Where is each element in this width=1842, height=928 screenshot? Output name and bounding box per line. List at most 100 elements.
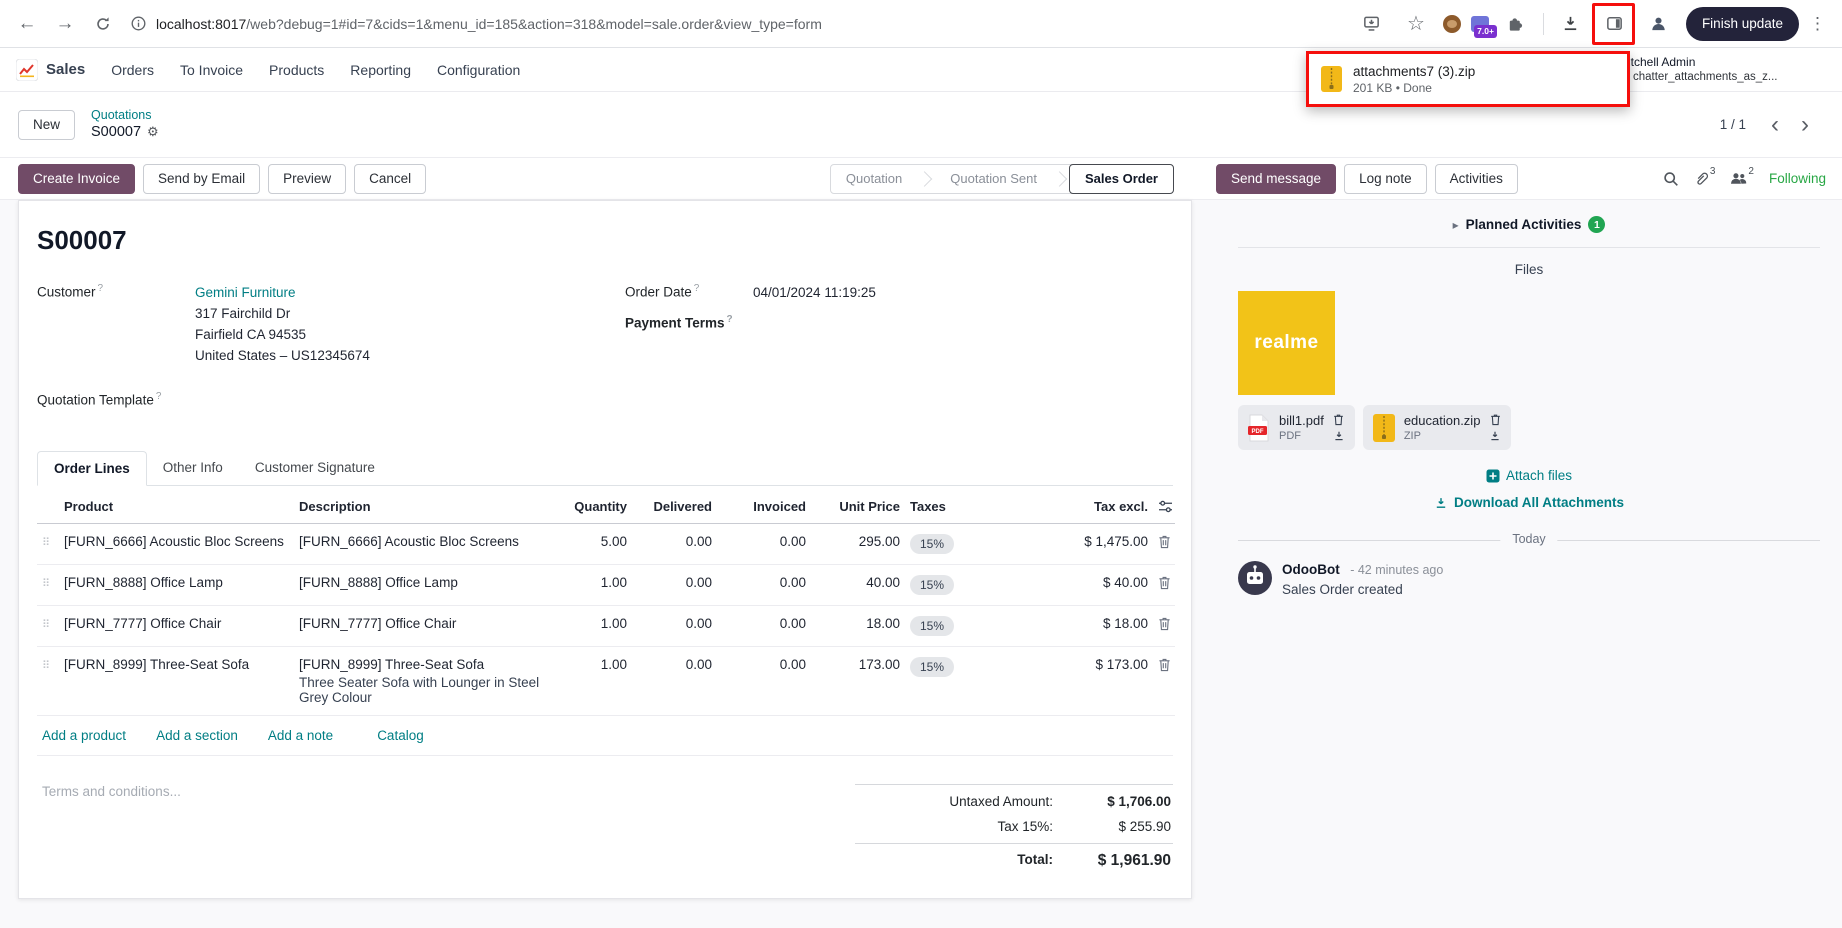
cell-delivered[interactable]: 0.00 bbox=[632, 605, 717, 646]
cell-quantity[interactable]: 1.00 bbox=[562, 564, 632, 605]
browser-menu-button[interactable]: ⋮ bbox=[1803, 14, 1832, 34]
cell-taxes[interactable]: 15% bbox=[905, 564, 1037, 605]
download-all-attachments-button[interactable]: Download All Attachments bbox=[1238, 495, 1820, 510]
tab-customer-signature[interactable]: Customer Signature bbox=[239, 451, 391, 486]
finish-update-button[interactable]: Finish update bbox=[1686, 7, 1799, 41]
cell-delivered[interactable]: 0.00 bbox=[632, 646, 717, 715]
followers-button[interactable]: 2 bbox=[1730, 171, 1754, 186]
order-date-value[interactable]: 04/01/2024 11:19:25 bbox=[753, 282, 876, 303]
cell-invoiced[interactable]: 0.00 bbox=[717, 523, 811, 564]
pager-prev-button[interactable]: ‹ bbox=[1762, 112, 1788, 138]
cancel-button[interactable]: Cancel bbox=[354, 164, 426, 194]
new-button[interactable]: New bbox=[18, 110, 75, 140]
payment-terms-field[interactable]: Payment Terms? bbox=[625, 313, 1173, 331]
attachments-button[interactable]: 3 bbox=[1694, 171, 1716, 187]
status-quotation-sent[interactable]: Quotation Sent bbox=[935, 164, 1052, 194]
cell-product[interactable]: [FURN_7777] Office Chair bbox=[59, 605, 294, 646]
search-messages-button[interactable] bbox=[1663, 171, 1679, 187]
drag-handle[interactable]: ⠿ bbox=[37, 564, 59, 605]
cell-delivered[interactable]: 0.00 bbox=[632, 564, 717, 605]
following-toggle[interactable]: Following bbox=[1769, 171, 1826, 186]
send-by-email-button[interactable]: Send by Email bbox=[143, 164, 260, 194]
quotation-template-field[interactable]: Quotation Template? bbox=[37, 390, 585, 408]
column-unit-price[interactable]: Unit Price bbox=[811, 486, 905, 524]
extensions-button[interactable] bbox=[1499, 7, 1533, 41]
reload-button[interactable] bbox=[86, 7, 120, 41]
activities-button[interactable]: Activities bbox=[1435, 164, 1518, 194]
column-invoiced[interactable]: Invoiced bbox=[717, 486, 811, 524]
log-note-button[interactable]: Log note bbox=[1344, 164, 1427, 194]
extension-icon-monkey[interactable] bbox=[1443, 15, 1461, 33]
column-product[interactable]: Product bbox=[59, 486, 294, 524]
customer-link[interactable]: Gemini Furniture bbox=[195, 285, 296, 300]
planned-activities-header[interactable]: ▸ Planned Activities 1 bbox=[1238, 216, 1820, 233]
bookmark-button[interactable]: ☆ bbox=[1399, 7, 1433, 41]
delete-row-button[interactable] bbox=[1153, 646, 1175, 715]
cell-invoiced[interactable]: 0.00 bbox=[717, 605, 811, 646]
downloaded-file-entry[interactable]: chatter_attachments_as_z... bbox=[1618, 70, 1826, 86]
add-note-link[interactable]: Add a note bbox=[268, 728, 333, 743]
catalog-link[interactable]: Catalog bbox=[377, 728, 424, 743]
pager-next-button[interactable]: › bbox=[1792, 112, 1818, 138]
preview-button[interactable]: Preview bbox=[268, 164, 346, 194]
send-message-button[interactable]: Send message bbox=[1216, 164, 1336, 194]
gear-icon[interactable]: ⚙ bbox=[147, 124, 159, 141]
cell-description[interactable]: [FURN_7777] Office Chair bbox=[294, 605, 562, 646]
status-sales-order[interactable]: Sales Order bbox=[1069, 164, 1174, 194]
column-taxes[interactable]: Taxes bbox=[905, 486, 1037, 524]
attachment-image-realme[interactable]: realme bbox=[1238, 291, 1335, 395]
cell-taxes[interactable]: 15% bbox=[905, 523, 1037, 564]
side-panel-button[interactable] bbox=[1598, 7, 1632, 41]
forward-button[interactable]: → bbox=[48, 7, 82, 41]
tab-other-info[interactable]: Other Info bbox=[147, 451, 239, 486]
cell-unit-price[interactable]: 18.00 bbox=[811, 605, 905, 646]
create-invoice-button[interactable]: Create Invoice bbox=[18, 164, 135, 194]
download-popup[interactable]: attachments7 (3).zip 201 KB • Done bbox=[1306, 51, 1630, 107]
extension-icon-cards[interactable]: 7.0+ bbox=[1471, 16, 1489, 32]
app-switcher[interactable]: Sales bbox=[16, 59, 85, 81]
nav-item-products[interactable]: Products bbox=[269, 62, 324, 78]
delete-attachment-icon[interactable] bbox=[1333, 413, 1344, 426]
download-attachment-icon[interactable] bbox=[1333, 430, 1345, 442]
cell-quantity[interactable]: 5.00 bbox=[562, 523, 632, 564]
drag-handle[interactable]: ⠿ bbox=[37, 646, 59, 715]
download-attachment-icon[interactable] bbox=[1489, 430, 1501, 442]
address-bar[interactable]: localhost:8017/web?debug=1#id=7&cids=1&m… bbox=[130, 15, 1341, 32]
cell-taxes[interactable]: 15% bbox=[905, 646, 1037, 715]
nav-item-configuration[interactable]: Configuration bbox=[437, 62, 520, 78]
cell-unit-price[interactable]: 173.00 bbox=[811, 646, 905, 715]
back-button[interactable]: ← bbox=[10, 7, 44, 41]
cell-unit-price[interactable]: 40.00 bbox=[811, 564, 905, 605]
cell-quantity[interactable]: 1.00 bbox=[562, 605, 632, 646]
cell-product[interactable]: [FURN_6666] Acoustic Bloc Screens bbox=[59, 523, 294, 564]
attachment-card-zip[interactable]: education.zip ZIP bbox=[1363, 405, 1512, 450]
optional-columns-button[interactable] bbox=[1153, 486, 1175, 524]
downloads-button[interactable] bbox=[1554, 7, 1588, 41]
cell-taxes[interactable]: 15% bbox=[905, 605, 1037, 646]
drag-handle[interactable]: ⠿ bbox=[37, 605, 59, 646]
attachment-card-pdf[interactable]: PDF bill1.pdf PDF bbox=[1238, 405, 1355, 450]
add-section-link[interactable]: Add a section bbox=[156, 728, 238, 743]
column-delivered[interactable]: Delivered bbox=[632, 486, 717, 524]
delete-row-button[interactable] bbox=[1153, 523, 1175, 564]
column-description[interactable]: Description bbox=[294, 486, 562, 524]
install-app-button[interactable] bbox=[1355, 7, 1389, 41]
cell-invoiced[interactable]: 0.00 bbox=[717, 564, 811, 605]
nav-item-to-invoice[interactable]: To Invoice bbox=[180, 62, 243, 78]
cell-description[interactable]: [FURN_6666] Acoustic Bloc Screens bbox=[294, 523, 562, 564]
terms-placeholder[interactable]: Terms and conditions... bbox=[37, 784, 181, 799]
drag-handle[interactable]: ⠿ bbox=[37, 523, 59, 564]
tab-order-lines[interactable]: Order Lines bbox=[37, 451, 147, 486]
nav-item-reporting[interactable]: Reporting bbox=[350, 62, 411, 78]
nav-item-orders[interactable]: Orders bbox=[111, 62, 154, 78]
column-quantity[interactable]: Quantity bbox=[562, 486, 632, 524]
status-quotation[interactable]: Quotation bbox=[831, 164, 917, 194]
cell-description[interactable]: [FURN_8888] Office Lamp bbox=[294, 564, 562, 605]
add-product-link[interactable]: Add a product bbox=[42, 728, 126, 743]
attach-files-button[interactable]: Attach files bbox=[1238, 468, 1820, 483]
profile-button[interactable] bbox=[1642, 7, 1676, 41]
cell-quantity[interactable]: 1.00 bbox=[562, 646, 632, 715]
column-tax-excl[interactable]: Tax excl. bbox=[1037, 486, 1153, 524]
breadcrumb-quotations[interactable]: Quotations bbox=[91, 107, 159, 123]
delete-row-button[interactable] bbox=[1153, 605, 1175, 646]
